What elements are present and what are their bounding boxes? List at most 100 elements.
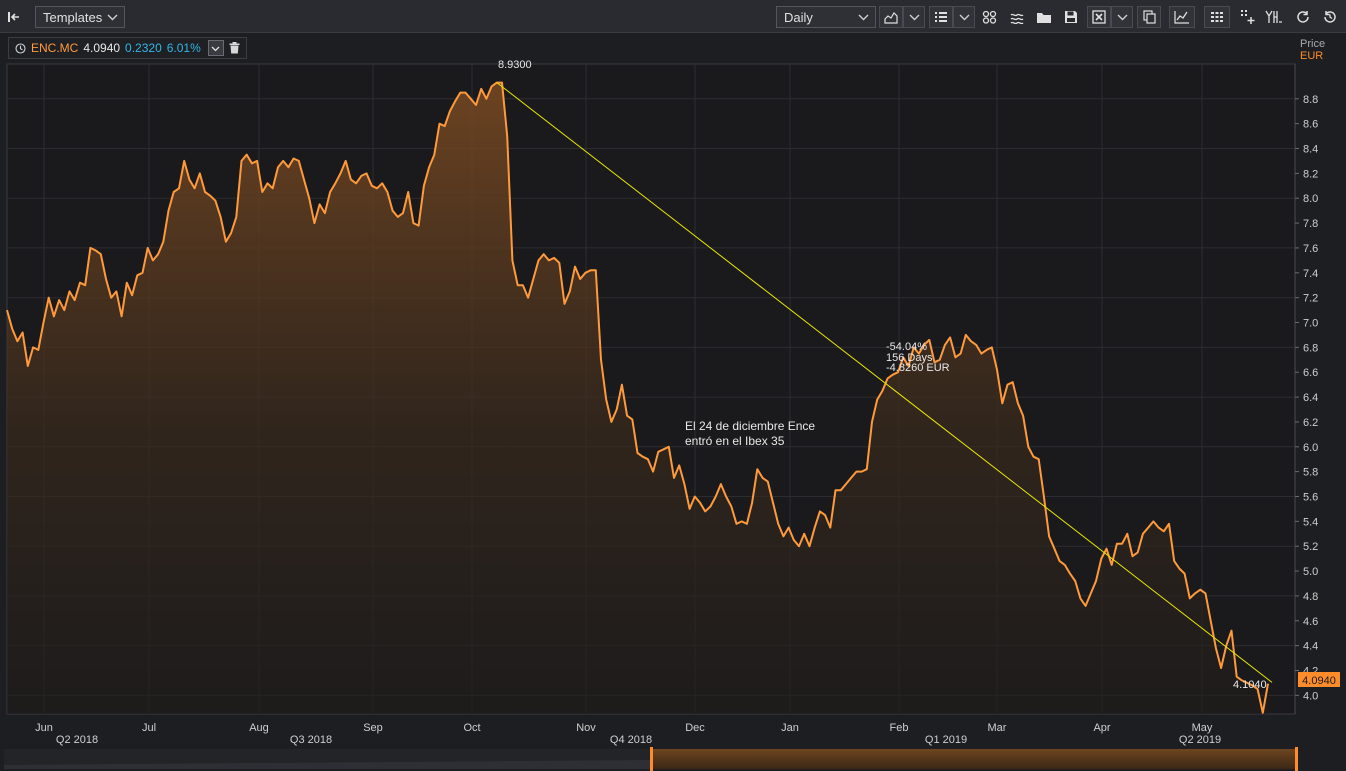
chevron-down-icon <box>211 46 220 51</box>
y-tick-label: 7.8 <box>1303 218 1318 230</box>
chart-type-button[interactable] <box>879 6 903 28</box>
y-tick-label: 4.0 <box>1303 690 1318 702</box>
save-button[interactable] <box>1061 6 1081 28</box>
y-tick-label: 5.8 <box>1303 467 1318 479</box>
y-tick-label: 7.4 <box>1303 268 1318 280</box>
chevron-down-icon <box>909 14 919 21</box>
y-tick-label: 6.4 <box>1303 392 1318 404</box>
waves-icon <box>1010 13 1023 24</box>
remove-instrument-button[interactable] <box>229 42 240 54</box>
excel-export-dropdown[interactable] <box>1111 6 1133 28</box>
folder-icon <box>1037 12 1051 23</box>
trendline-end-label: 4.1040 <box>1233 679 1267 691</box>
chart-area: 4.0 4.2 4.4 4.6 4.8 5.0 5.2 5.4 5.6 5.8 6.0 6.2 6.4 6… <box>0 33 1346 771</box>
yield-curve-button[interactable] <box>1263 6 1285 28</box>
y-tick-label: 8.0 <box>1303 193 1318 205</box>
overlay-button[interactable] <box>1007 6 1027 28</box>
y-tick-label: 6.6 <box>1303 367 1318 379</box>
net-change: 0.2320 <box>125 41 162 55</box>
y-tick-label: 8.8 <box>1303 94 1318 106</box>
y-tick-label: 5.4 <box>1303 516 1318 528</box>
x-month-label: Sep <box>363 722 383 734</box>
x-month-label: Nov <box>576 722 596 734</box>
x-month-label: May <box>1192 722 1213 734</box>
x-quarter-label: Q4 2018 <box>610 734 652 746</box>
studies-dropdown[interactable] <box>953 6 975 28</box>
collapse-panel-icon[interactable] <box>2 6 26 28</box>
trendline-start-label: 8.9300 <box>498 59 532 71</box>
range-navigator[interactable] <box>4 747 1298 771</box>
table-icon <box>1211 12 1223 22</box>
navigator-right-handle[interactable] <box>1295 747 1298 771</box>
line-chart-icon <box>1174 11 1189 24</box>
excel-icon <box>1092 10 1106 24</box>
history-button[interactable] <box>1320 6 1340 28</box>
trendline-stat-change: -4.8260 EUR <box>886 362 950 374</box>
x-month-label: Apr <box>1093 722 1110 734</box>
price-chart[interactable]: 4.04.24.44.64.85.05.25.45.65.86.06.26.46… <box>0 33 1346 771</box>
y-tick-label: 5.2 <box>1303 541 1318 553</box>
y-tick-label: 4.8 <box>1303 591 1318 603</box>
chart-type-dropdown[interactable] <box>903 6 925 28</box>
navigator-left-handle[interactable] <box>650 747 653 771</box>
instrument-symbol[interactable]: ENC.MC <box>31 41 78 55</box>
y-tick-label: 6.0 <box>1303 442 1318 454</box>
y-tick-label: 4.4 <box>1303 641 1318 653</box>
chevron-down-icon <box>959 14 969 21</box>
y-tick-label: 5.6 <box>1303 492 1318 504</box>
y-tick-label: 7.2 <box>1303 293 1318 305</box>
chart-toolbar: Templates Daily <box>0 0 1346 33</box>
x-month-label: Oct <box>463 722 480 734</box>
price-axis-title: Price <box>1300 38 1326 50</box>
percent-change: 6.01% <box>166 41 201 55</box>
refresh-icon <box>1297 11 1309 23</box>
copy-button[interactable] <box>1137 6 1161 28</box>
y-tick-label: 7.6 <box>1303 243 1318 255</box>
chevron-down-icon <box>1117 14 1127 21</box>
grid-layout-button[interactable] <box>979 6 999 28</box>
annotation-line-1: El 24 de diciembre Ence <box>685 419 815 433</box>
x-month-label: Dec <box>685 722 705 734</box>
history-icon <box>1324 11 1336 23</box>
chart-settings-button[interactable] <box>1169 6 1195 28</box>
area-chart-icon <box>884 11 898 24</box>
y-tick-label: 8.6 <box>1303 119 1318 131</box>
y-tick-label: 8.4 <box>1303 144 1318 156</box>
grid-layout-icon <box>982 10 996 24</box>
clock-icon <box>15 42 26 54</box>
x-month-label: Jan <box>781 722 799 734</box>
instrument-legend: ENC.MC 4.0940 0.2320 6.01% <box>8 37 247 59</box>
table-view-button[interactable] <box>1204 6 1230 28</box>
refresh-button[interactable] <box>1293 6 1313 28</box>
y-tick-label: 6.2 <box>1303 417 1318 429</box>
y-tick-label: 4.6 <box>1303 616 1318 628</box>
x-quarter-label: Q2 2018 <box>56 734 98 746</box>
yield-icon <box>1265 10 1282 23</box>
y-tick-label: 7.0 <box>1303 318 1318 330</box>
x-month-label: Jun <box>35 722 53 734</box>
interval-dropdown[interactable]: Daily <box>776 6 876 28</box>
last-price: 4.0940 <box>83 41 121 55</box>
last-price-tag: 4.0940 <box>1298 672 1340 687</box>
add-grid-icon <box>1241 10 1255 24</box>
x-quarter-label: Q2 2019 <box>1179 734 1221 746</box>
x-quarter-label: Q3 2018 <box>290 734 332 746</box>
add-instrument-button[interactable] <box>1237 6 1257 28</box>
chevron-down-icon <box>107 14 118 21</box>
y-axis: 4.04.24.44.64.85.05.25.45.65.86.06.26.46… <box>1295 94 1318 702</box>
legend-options-button[interactable] <box>207 40 224 56</box>
chevron-down-icon <box>858 14 869 21</box>
studies-button[interactable] <box>929 6 953 28</box>
y-tick-label: 8.2 <box>1303 168 1318 180</box>
currency-label: EUR <box>1300 50 1324 62</box>
templates-dropdown[interactable]: Templates <box>35 6 125 28</box>
annotation-line-2: entró en el Ibex 35 <box>685 434 785 448</box>
excel-export-button[interactable] <box>1087 6 1111 28</box>
x-month-label: Mar <box>988 722 1007 734</box>
open-button[interactable] <box>1034 6 1054 28</box>
interval-label: Daily <box>784 9 813 25</box>
x-quarter-label: Q1 2019 <box>925 734 967 746</box>
x-axis: Jun Jul Aug Sep Oct Nov Dec Jan Feb Mar Apr MayQ2 2… <box>35 722 1221 746</box>
x-month-label: Jul <box>142 722 156 734</box>
list-icon <box>935 12 947 22</box>
